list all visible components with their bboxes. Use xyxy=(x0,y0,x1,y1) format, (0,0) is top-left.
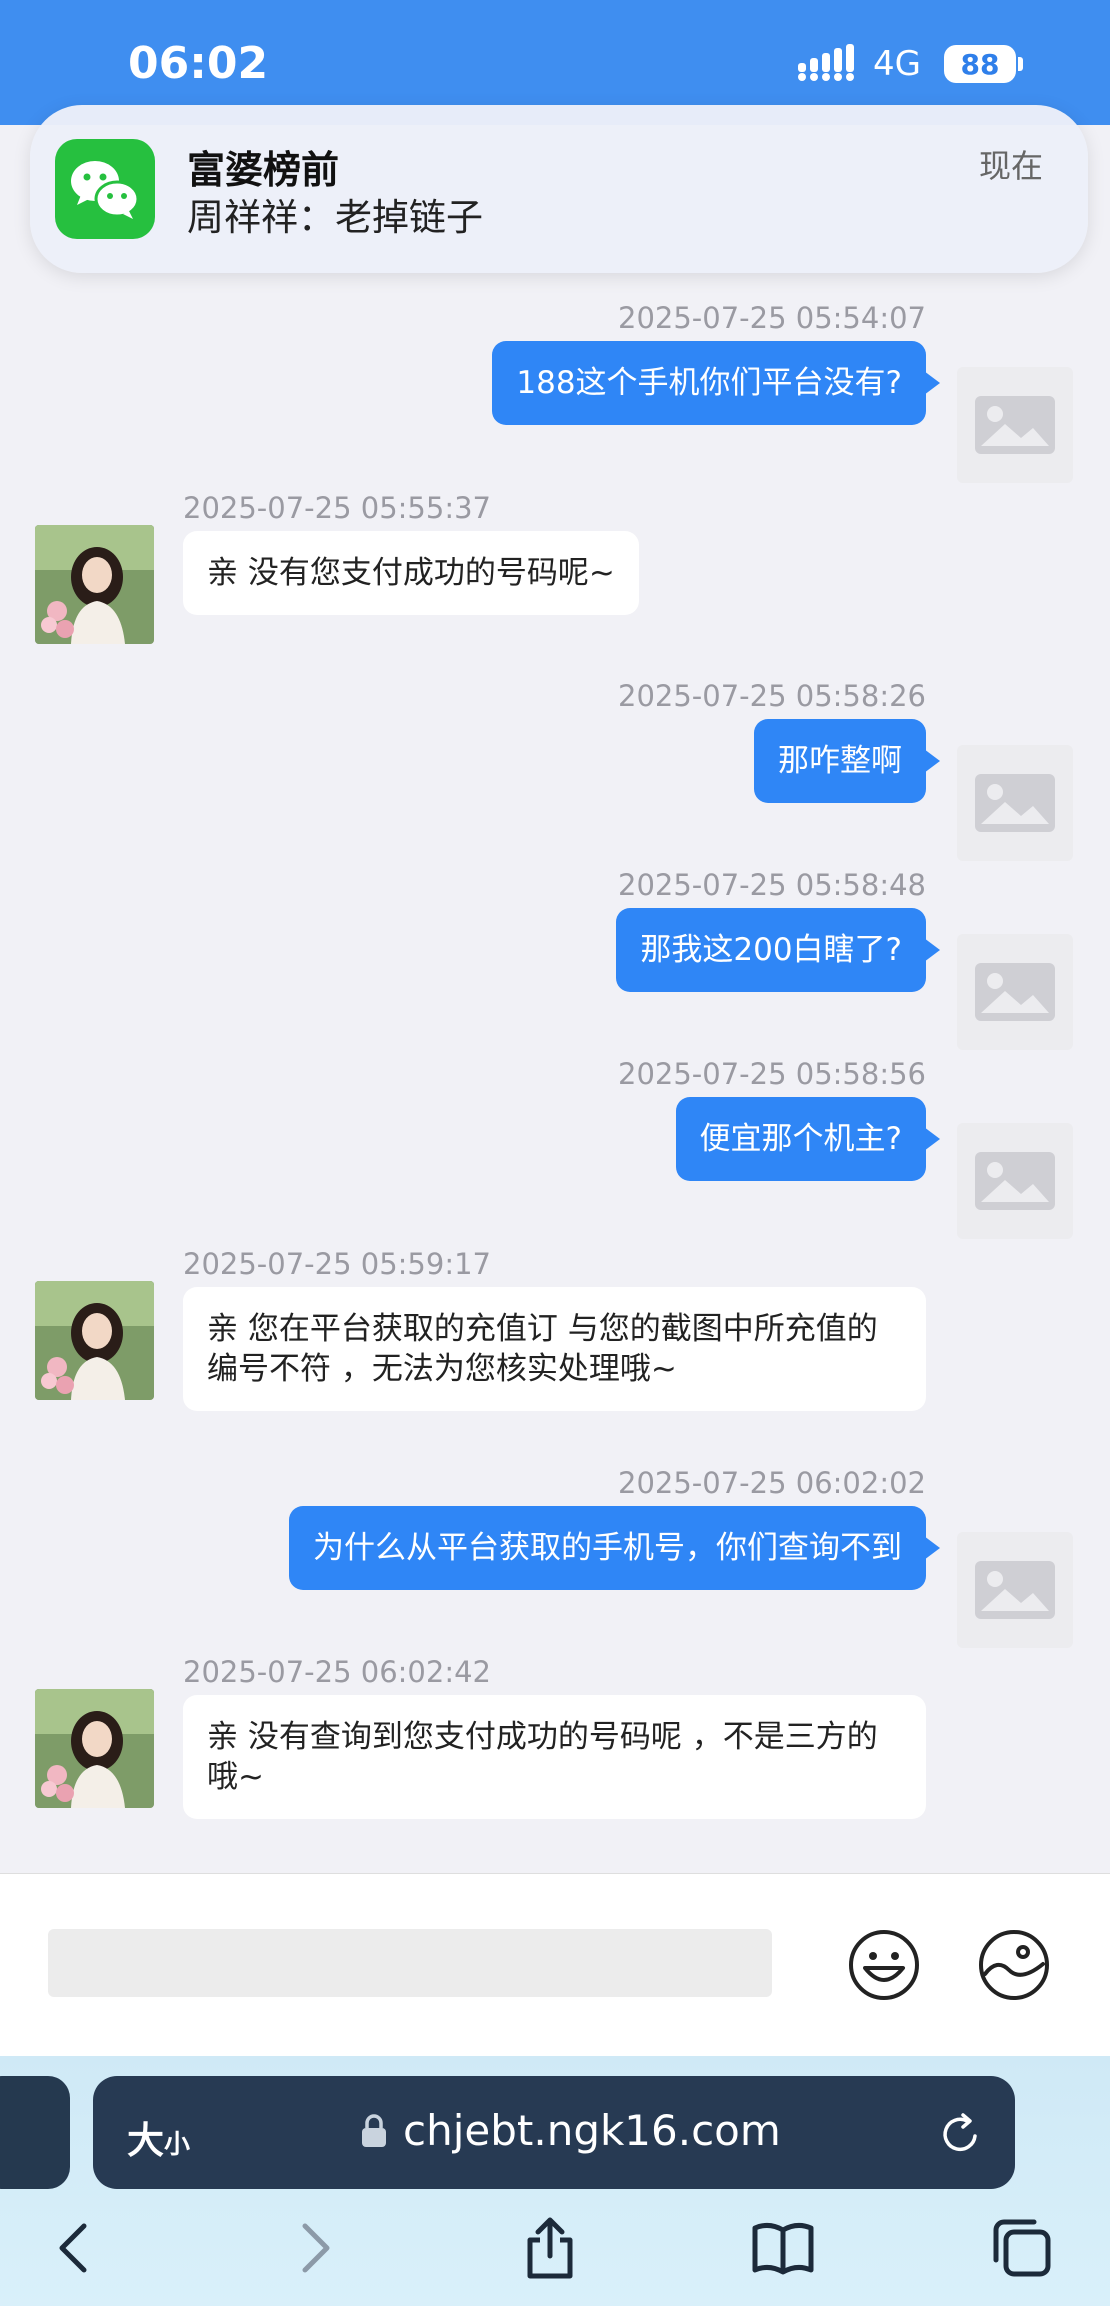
chat-message-outgoing: 2025-07-25 05:58:48 那我这200白瞎了? xyxy=(0,868,1110,1050)
message-timestamp: 2025-07-25 06:02:02 xyxy=(618,1466,926,1500)
share-icon[interactable] xyxy=(518,2216,582,2280)
agent-avatar[interactable] xyxy=(35,1281,154,1400)
agent-avatar[interactable] xyxy=(35,1689,154,1808)
chat-message-list[interactable]: 2025-07-25 05:54:07 188这个手机你们平台没有? 2025-… xyxy=(0,273,1110,1873)
chat-message-incoming: 2025-07-25 05:59:17 亲 您在平台获取的充值订 与您的截图中所… xyxy=(0,1247,1110,1427)
emoji-button[interactable] xyxy=(847,1928,921,2002)
message-bubble[interactable]: 亲 您在平台获取的充值订 与您的截图中所充值的编号不符 ，无法为您核实处理哦~ xyxy=(183,1287,926,1411)
status-time: 06:02 xyxy=(128,38,269,89)
image-placeholder-icon xyxy=(975,1152,1055,1210)
network-type: 4G xyxy=(873,44,921,84)
url-text: chjebt.ngk16.com xyxy=(403,2106,781,2155)
agent-avatar[interactable] xyxy=(35,525,154,644)
chat-message-outgoing: 2025-07-25 05:58:26 那咋整啊 xyxy=(0,679,1110,861)
message-bubble[interactable]: 为什么从平台获取的手机号，你们查询不到 xyxy=(289,1506,940,1590)
message-timestamp: 2025-07-25 06:02:42 xyxy=(183,1655,491,1689)
image-upload-button[interactable] xyxy=(977,1928,1051,2002)
message-bubble[interactable]: 亲 没有您支付成功的号码呢~ xyxy=(183,531,639,615)
signal-icon xyxy=(798,44,854,81)
browser-toolbar: 大小 chjebt.ngk16.com xyxy=(0,2056,1110,2306)
wechat-icon xyxy=(55,139,155,239)
message-input[interactable] xyxy=(48,1929,772,1997)
message-bubble[interactable]: 便宜那个机主? xyxy=(675,1097,941,1181)
image-placeholder-icon xyxy=(975,396,1055,454)
user-avatar-placeholder[interactable] xyxy=(957,1532,1073,1648)
user-avatar-placeholder[interactable] xyxy=(957,1123,1073,1239)
image-placeholder-icon xyxy=(975,963,1055,1021)
message-timestamp: 2025-07-25 05:58:26 xyxy=(618,679,926,713)
user-avatar-placeholder[interactable] xyxy=(957,367,1073,483)
notification-time: 现在 xyxy=(978,147,1043,185)
chat-message-incoming: 2025-07-25 05:55:37 亲 没有您支付成功的号码呢~ xyxy=(0,491,1110,644)
bookmarks-icon[interactable] xyxy=(751,2216,815,2280)
smiley-icon xyxy=(849,1930,919,2000)
message-timestamp: 2025-07-25 05:54:07 xyxy=(618,301,926,335)
message-bubble[interactable]: 那我这200白瞎了? xyxy=(616,908,940,992)
reload-icon[interactable] xyxy=(939,2112,983,2156)
address-bar[interactable]: 大小 chjebt.ngk16.com xyxy=(93,2076,1015,2189)
text-size-small-label: 小 xyxy=(164,2130,191,2160)
image-placeholder-icon xyxy=(975,1561,1055,1619)
notification-title: 富婆榜前 xyxy=(187,148,340,192)
chat-message-incoming: 2025-07-25 06:02:42 亲 没有查询到您支付成功的号码呢 ，不是… xyxy=(0,1655,1110,1835)
previous-tab[interactable] xyxy=(0,2076,70,2189)
message-timestamp: 2025-07-25 05:59:17 xyxy=(183,1247,491,1281)
chat-message-outgoing: 2025-07-25 05:58:56 便宜那个机主? xyxy=(0,1057,1110,1239)
battery-level: 88 xyxy=(944,45,1016,83)
message-bubble[interactable]: 188这个手机你们平台没有? xyxy=(492,341,940,425)
forward-icon[interactable] xyxy=(283,2216,347,2280)
chat-message-outgoing: 2025-07-25 05:54:07 188这个手机你们平台没有? xyxy=(0,301,1110,483)
message-timestamp: 2025-07-25 05:58:48 xyxy=(618,868,926,902)
chat-message-outgoing: 2025-07-25 06:02:02 为什么从平台获取的手机号，你们查询不到 xyxy=(0,1466,1110,1648)
message-bubble[interactable]: 那咋整啊 xyxy=(754,719,940,803)
tabs-icon[interactable] xyxy=(990,2216,1054,2280)
notification-message: 周祥祥：老掉链子 xyxy=(187,196,483,239)
message-timestamp: 2025-07-25 05:58:56 xyxy=(618,1057,926,1091)
user-avatar-placeholder[interactable] xyxy=(957,934,1073,1050)
back-icon[interactable] xyxy=(42,2216,106,2280)
lock-icon xyxy=(362,2114,386,2147)
notification-banner[interactable]: 富婆榜前 周祥祥：老掉链子 现在 xyxy=(30,105,1088,273)
text-size-button[interactable]: 大小 xyxy=(127,2110,190,2164)
image-placeholder-icon xyxy=(975,774,1055,832)
message-bubble[interactable]: 亲 没有查询到您支付成功的号码呢 ，不是三方的哦~ xyxy=(183,1695,926,1819)
message-input-bar xyxy=(0,1873,1110,2056)
text-size-big-label: 大 xyxy=(127,2119,164,2162)
battery-icon: 88 xyxy=(944,45,1024,83)
user-avatar-placeholder[interactable] xyxy=(957,745,1073,861)
image-icon xyxy=(979,1930,1049,2000)
message-timestamp: 2025-07-25 05:55:37 xyxy=(183,491,491,525)
